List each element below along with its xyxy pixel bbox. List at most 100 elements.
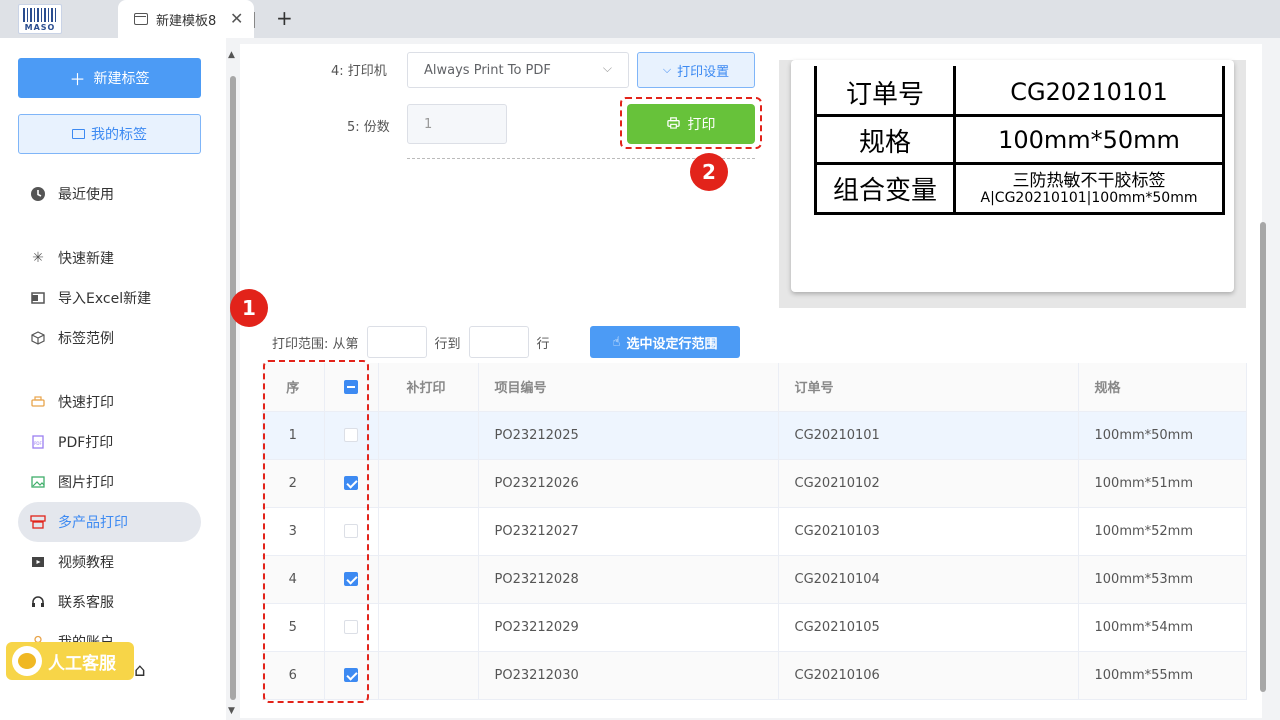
svg-text:PDF: PDF xyxy=(34,441,42,446)
excel-icon xyxy=(30,290,46,306)
label-value-spec: 100mm*50mm xyxy=(998,126,1180,154)
sidebar-item-multi-product-print[interactable]: 多产品打印 xyxy=(18,502,201,542)
headset-icon xyxy=(30,594,46,610)
row-spec: 100mm*53mm xyxy=(1078,555,1247,604)
sidebar-scrollbar[interactable]: ▲ ▼ xyxy=(228,50,238,718)
row-spec: 100mm*55mm xyxy=(1078,651,1247,700)
row-reprint xyxy=(378,651,479,700)
row-reprint xyxy=(378,459,479,508)
column-header-spec: 规格 xyxy=(1078,363,1247,412)
sidebar-item-quick-print[interactable]: 快速打印 xyxy=(18,382,201,422)
print-range-row: 打印范围: 从第 行到 行 xyxy=(272,326,550,358)
tab-divider xyxy=(254,12,255,28)
sidebar-item-video-tutorials[interactable]: 视频教程 xyxy=(18,542,201,582)
apply-range-button-text: 选中设定行范围 xyxy=(626,336,718,352)
row-spec: 100mm*50mm xyxy=(1078,411,1247,460)
sidebar-item-label: 联系客服 xyxy=(58,595,114,611)
barcode-icon xyxy=(23,8,57,22)
column-header-reprint: 补打印 xyxy=(378,363,479,412)
column-header-order-no: 订单号 xyxy=(778,363,1079,412)
label-key-spec: 规格 xyxy=(858,128,911,158)
new-label-button[interactable]: ＋ 新建标签 xyxy=(18,58,201,98)
apply-range-button[interactable]: ☝ 选中设定行范围 xyxy=(590,326,740,358)
row-item-no: PO23212026 xyxy=(478,459,779,508)
close-icon[interactable]: ✕ xyxy=(230,9,243,28)
row-item-no: PO23212027 xyxy=(478,507,779,556)
printer-select[interactable]: Always Print To PDF ⌵ xyxy=(407,52,629,88)
table-row[interactable]: 2 PO23212026 CG20210102 100mm*51mm xyxy=(262,459,1247,508)
row-reprint xyxy=(378,603,479,652)
range-to-input[interactable] xyxy=(468,326,529,358)
printer-icon xyxy=(30,394,46,410)
scroll-down-icon[interactable]: ▼ xyxy=(228,706,235,716)
new-tab-button[interactable]: + xyxy=(276,6,293,30)
sidebar-item-label: 快速打印 xyxy=(58,395,114,411)
sidebar-item-contact-support[interactable]: 联系客服 xyxy=(18,582,201,622)
label-row-divider xyxy=(817,162,1222,165)
content-scrollbar[interactable] xyxy=(1260,222,1266,692)
sidebar-item-quick-new[interactable]: ✳ 快速新建 xyxy=(18,238,201,278)
column-header-item-no: 项目编号 xyxy=(478,363,779,412)
row-order-no: CG20210103 xyxy=(778,507,1079,556)
label-key-order: 订单号 xyxy=(845,80,924,110)
sidebar-item-label: 标签范例 xyxy=(58,331,114,347)
sidebar-item-label: 导入Excel新建 xyxy=(58,291,152,307)
table-row[interactable]: 6 PO23212030 CG20210106 100mm*55mm xyxy=(262,651,1247,700)
my-labels-button[interactable]: 我的标签 xyxy=(18,114,201,154)
label-preview-table: 订单号 CG20210101 规格 100mm*50mm 组合变量 三防热敏不干… xyxy=(814,66,1225,215)
printer-settings-button[interactable]: ⌵ 打印设置 xyxy=(637,52,755,88)
clock-icon xyxy=(30,186,46,202)
sidebar-item-image-print[interactable]: 图片打印 xyxy=(18,462,201,502)
copies-field-label: 5: 份数 xyxy=(347,120,390,135)
product-table: 序 补打印 项目编号 订单号 规格 1 PO23212025 CG20210101 1… xyxy=(262,363,1247,700)
row-item-no: PO23212025 xyxy=(478,411,779,460)
row-order-no: CG20210102 xyxy=(778,459,1079,508)
table-row[interactable]: 1 PO23212025 CG20210101 100mm*50mm xyxy=(262,411,1247,460)
window-icon xyxy=(134,13,148,25)
home-icon[interactable]: ⌂ xyxy=(134,660,145,681)
sidebar-item-pdf-print[interactable]: PDF PDF打印 xyxy=(18,422,201,462)
row-spec: 100mm*51mm xyxy=(1078,459,1247,508)
label-value-combined-line1: 三防热敏不干胶标签 xyxy=(1012,171,1166,191)
sidebar-item-examples[interactable]: 标签范例 xyxy=(18,318,201,358)
sidebar-item-label: 多产品打印 xyxy=(58,515,128,531)
scroll-up-icon[interactable]: ▲ xyxy=(228,50,235,60)
print-button-highlight xyxy=(620,97,762,149)
printer-field-label: 4: 打印机 xyxy=(331,64,387,79)
row-order-no: CG20210104 xyxy=(778,555,1079,604)
sidebar-scroll-thumb[interactable] xyxy=(230,76,236,700)
row-spec: 100mm*54mm xyxy=(1078,603,1247,652)
label-value-combined-line2: A|CG20210101|100mm*50mm xyxy=(980,190,1198,206)
tab-bar: MASO 新建模板8 ✕ + xyxy=(0,0,1280,38)
multi-print-icon xyxy=(30,514,46,530)
label-value-order: CG20210101 xyxy=(1010,78,1168,106)
sidebar-item-label: 图片打印 xyxy=(58,475,114,491)
pdf-icon: PDF xyxy=(30,434,46,450)
chevron-down-icon: ⌵ xyxy=(662,63,672,76)
human-support-badge[interactable]: 人工客服 xyxy=(6,642,134,680)
range-suffix-label: 行 xyxy=(536,336,550,352)
folder-icon xyxy=(72,129,85,139)
range-middle-label: 行到 xyxy=(434,336,461,352)
table-row[interactable]: 5 PO23212029 CG20210105 100mm*54mm xyxy=(262,603,1247,652)
plus-icon: ＋ xyxy=(69,70,86,89)
cube-icon xyxy=(30,330,46,346)
row-item-no: PO23212030 xyxy=(478,651,779,700)
sidebar-item-label: PDF打印 xyxy=(58,435,114,451)
row-reprint xyxy=(378,411,479,460)
table-header-row: 序 补打印 项目编号 订单号 规格 xyxy=(262,363,1247,412)
table-row[interactable]: 4 PO23212028 CG20210104 100mm*53mm xyxy=(262,555,1247,604)
table-row[interactable]: 3 PO23212027 CG20210103 100mm*52mm xyxy=(262,507,1247,556)
tab-template[interactable]: 新建模板8 ✕ xyxy=(118,0,254,38)
sidebar-item-excel-new[interactable]: 导入Excel新建 xyxy=(18,278,201,318)
copies-input[interactable]: 1 xyxy=(407,104,507,144)
sidebar: ＋ 新建标签 我的标签 最近使用 ✳ 快速新建 导入Excel新建 标签范例 快… xyxy=(0,38,226,720)
new-label-button-text: 新建标签 xyxy=(93,71,150,87)
app-logo: MASO xyxy=(18,4,62,34)
support-agent-icon xyxy=(12,646,42,676)
printer-select-value: Always Print To PDF xyxy=(424,63,551,78)
sidebar-item-recent[interactable]: 最近使用 xyxy=(18,174,201,214)
sparkle-icon: ✳ xyxy=(32,250,44,266)
sidebar-item-label: 快速新建 xyxy=(58,251,114,267)
range-from-input[interactable] xyxy=(366,326,427,358)
